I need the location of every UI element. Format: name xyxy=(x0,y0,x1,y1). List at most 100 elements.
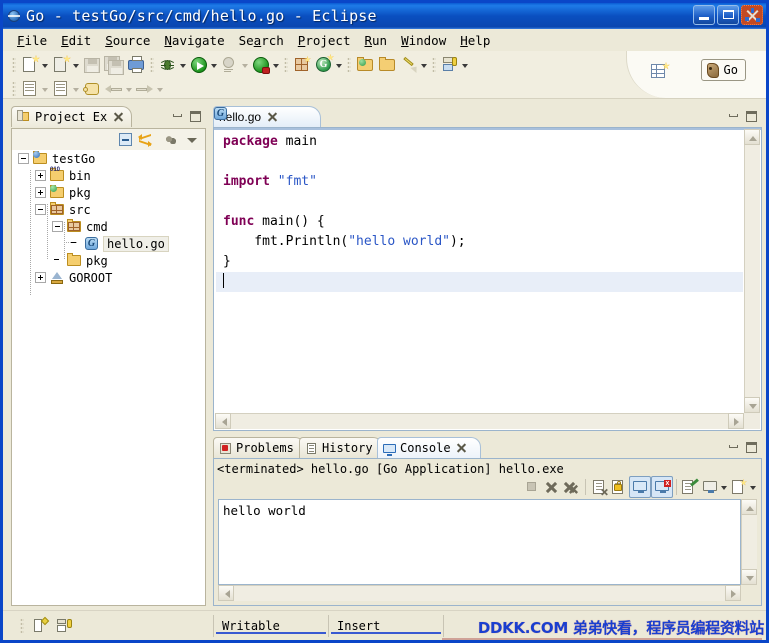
scroll-lock-icon[interactable] xyxy=(609,477,629,497)
display-selected-console-icon[interactable] xyxy=(700,477,720,497)
new-editor-dropdown-icon[interactable] xyxy=(72,54,81,76)
debug-dropdown-icon[interactable] xyxy=(179,54,188,76)
open-folder-icon[interactable] xyxy=(376,54,398,76)
tree-expander-icon[interactable] xyxy=(35,170,46,181)
tab-project-explorer[interactable]: Project Ex xyxy=(11,106,133,127)
build-icon[interactable] xyxy=(398,54,420,76)
menu-source[interactable]: Source xyxy=(98,31,157,50)
tree-row-cmd[interactable]: cmd xyxy=(12,218,205,235)
run-dropdown-icon[interactable] xyxy=(210,54,219,76)
tab-history[interactable]: History xyxy=(299,437,383,458)
menu-navigate[interactable]: Navigate xyxy=(157,31,231,50)
menu-file[interactable]: File xyxy=(10,31,54,50)
code-area[interactable]: package main import "fmt" func main() { … xyxy=(216,132,743,413)
forward-icon[interactable] xyxy=(134,78,156,100)
open-console-icon[interactable] xyxy=(729,477,749,497)
maximize-editor-icon[interactable] xyxy=(745,110,758,123)
close-icon[interactable] xyxy=(455,442,468,455)
profile-icon[interactable] xyxy=(219,54,241,76)
menu-search[interactable]: Search xyxy=(232,31,291,50)
back-icon[interactable] xyxy=(103,78,125,100)
tree-expander-icon[interactable] xyxy=(35,187,46,198)
new-wizard-dropdown-icon[interactable] xyxy=(41,54,50,76)
menu-window[interactable]: Window xyxy=(394,31,453,50)
scroll-up-icon[interactable] xyxy=(744,129,760,145)
new-wizard-icon[interactable] xyxy=(19,54,41,76)
tree-expander-icon[interactable] xyxy=(35,272,46,283)
previous-annotation-dropdown-icon[interactable] xyxy=(41,78,50,100)
collapse-all-icon[interactable] xyxy=(117,131,135,149)
new-go-file-dropdown-icon[interactable] xyxy=(335,54,344,76)
maximize-console-icon[interactable] xyxy=(745,441,758,454)
minimize-view-icon[interactable] xyxy=(171,110,184,123)
toolbar-grip-5[interactable] xyxy=(432,57,436,73)
editor-horizontal-scrollbar[interactable] xyxy=(215,413,744,429)
build-dropdown-icon[interactable] xyxy=(420,54,429,76)
tab-console[interactable]: Console xyxy=(377,437,481,458)
print-icon[interactable] xyxy=(125,54,147,76)
terminate-icon[interactable] xyxy=(522,477,542,497)
close-icon[interactable] xyxy=(112,111,125,124)
save-all-icon[interactable] xyxy=(103,54,125,76)
scroll-up-icon[interactable] xyxy=(741,499,757,515)
tree-row-pkg-2[interactable]: pkg xyxy=(12,252,205,269)
run-icon[interactable] xyxy=(188,54,210,76)
open-console-dropdown-icon[interactable] xyxy=(749,476,758,498)
minimize-editor-icon[interactable] xyxy=(727,110,740,123)
new-go-file-icon[interactable]: G xyxy=(313,54,335,76)
scroll-left-icon[interactable] xyxy=(218,585,234,601)
profile-dropdown-icon[interactable] xyxy=(241,54,250,76)
tree-row-src[interactable]: src xyxy=(12,201,205,218)
console-output[interactable]: hello world xyxy=(218,499,741,585)
external-tools-dropdown-icon[interactable] xyxy=(272,54,281,76)
tree-expander-icon[interactable] xyxy=(18,153,29,164)
tree-expander-icon[interactable] xyxy=(52,221,63,232)
status-grip[interactable] xyxy=(20,618,24,634)
clear-console-icon[interactable] xyxy=(589,477,609,497)
last-edit-location-icon[interactable] xyxy=(81,78,103,100)
scroll-left-icon[interactable] xyxy=(215,413,231,429)
back-dropdown-icon[interactable] xyxy=(125,78,134,100)
menu-edit[interactable]: Edit xyxy=(54,31,98,50)
external-tools-icon[interactable] xyxy=(250,54,272,76)
forward-dropdown-icon[interactable] xyxy=(156,78,165,100)
view-menu-chevron-icon[interactable] xyxy=(183,131,201,149)
toolbar-grip-4[interactable] xyxy=(347,57,351,73)
scroll-down-icon[interactable] xyxy=(744,397,760,413)
scroll-right-icon[interactable] xyxy=(725,585,741,601)
link-with-editor-icon[interactable] xyxy=(137,131,155,149)
close-icon[interactable] xyxy=(266,111,279,124)
menu-project[interactable]: Project xyxy=(291,31,358,50)
show-console-on-error-icon[interactable]: x xyxy=(651,476,673,498)
tab-hello-go[interactable]: G hello.go xyxy=(213,106,321,127)
tree-row-hello-go[interactable]: G hello.go xyxy=(12,235,205,252)
toolbar-grip-6[interactable] xyxy=(12,81,16,97)
tree-row-pkg[interactable]: pkg xyxy=(12,184,205,201)
view-menu-dots-icon[interactable] xyxy=(163,131,181,149)
maximize-view-icon[interactable] xyxy=(189,110,202,123)
server-dropdown-icon[interactable] xyxy=(461,54,470,76)
tree-row-bin[interactable]: 010 bin xyxy=(12,167,205,184)
new-go-package-icon[interactable] xyxy=(291,54,313,76)
tree-row-testGo[interactable]: testGo xyxy=(12,150,205,167)
open-perspective-icon[interactable] xyxy=(648,61,670,83)
save-icon[interactable] xyxy=(81,54,103,76)
show-console-on-output-icon[interactable] xyxy=(629,476,651,498)
scroll-down-icon[interactable] xyxy=(741,569,757,585)
next-annotation-icon[interactable] xyxy=(50,78,72,100)
scroll-right-icon[interactable] xyxy=(728,413,744,429)
tree-expander-icon[interactable] xyxy=(35,204,46,215)
close-button[interactable] xyxy=(741,5,763,25)
pin-console-icon[interactable] xyxy=(680,477,700,497)
previous-annotation-icon[interactable] xyxy=(19,78,41,100)
debug-icon[interactable] xyxy=(157,54,179,76)
server-icon[interactable] xyxy=(439,54,461,76)
toolbar-grip-2[interactable] xyxy=(150,57,154,73)
display-selected-console-dropdown-icon[interactable] xyxy=(720,476,729,498)
console-horizontal-scrollbar[interactable] xyxy=(218,585,741,601)
menu-run[interactable]: Run xyxy=(357,31,394,50)
minimize-console-icon[interactable] xyxy=(727,441,740,454)
tab-problems[interactable]: Problems xyxy=(213,437,305,458)
menu-help[interactable]: Help xyxy=(453,31,497,50)
console-vertical-scrollbar[interactable] xyxy=(741,499,757,585)
